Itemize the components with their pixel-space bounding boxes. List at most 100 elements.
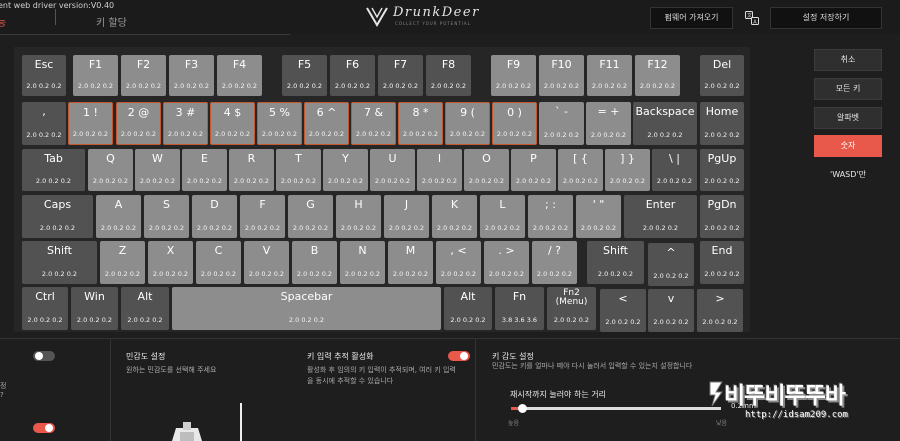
sidebar-button[interactable]: 숫자 — [814, 135, 882, 157]
key-pgup[interactable]: PgUp 2.0 0.2 0.2 — [700, 149, 744, 191]
key-d[interactable]: D 2.0 0.2 0.2 — [192, 195, 237, 238]
key-caps[interactable]: Caps 2.0 0.2 0.2 — [22, 195, 93, 238]
key-lalt[interactable]: Alt 2.0 0.2 0.2 — [121, 287, 169, 330]
key-semicolon[interactable]: ; : 2.0 0.2 0.2 — [528, 195, 573, 238]
key-d4[interactable]: 4 $ 2.0 0.2 0.2 — [210, 102, 255, 145]
sensitivity-indicator[interactable] — [240, 403, 242, 441]
key-rshift[interactable]: Shift 2.0 0.2 0.2 — [587, 241, 644, 284]
key-v[interactable]: V 2.0 0.2 0.2 — [244, 241, 289, 284]
translate-icon[interactable]: 文 A — [743, 9, 761, 27]
key-minus[interactable]: ` - 2.0 0.2 0.2 — [539, 102, 584, 145]
key-f8[interactable]: F8 2.0 0.2 0.2 — [426, 55, 471, 96]
key-lbracket[interactable]: [ {2.0 0.2 0.2 — [558, 149, 603, 191]
key-f7[interactable]: F7 2.0 0.2 0.2 — [378, 55, 423, 96]
key-del[interactable]: Del 2.0 0.2 0.2 — [700, 55, 744, 96]
save-settings-button[interactable]: 설정 저장하기 — [770, 7, 882, 29]
key-d9[interactable]: 9 (2.0 0.2 0.2 — [445, 102, 490, 145]
key-d5[interactable]: 5 % 2.0 0.2 0.2 — [257, 102, 302, 145]
key-d3[interactable]: 3 # 2.0 0.2 0.2 — [163, 102, 208, 145]
key-f1[interactable]: F1 2.0 0.2 0.2 — [73, 55, 118, 96]
key-f[interactable]: F 2.0 0.2 0.2 — [240, 195, 285, 238]
key-period[interactable]: . > 2.0 0.2 0.2 — [484, 241, 529, 284]
key-rbracket[interactable]: ] } 2.0 0.2 0.2 — [605, 149, 650, 191]
key-home[interactable]: Home 2.0 0.2 0.2 — [700, 102, 744, 145]
key-m[interactable]: M 2.0 0.2 0.2 — [388, 241, 433, 284]
key-d6[interactable]: 6 ^ 2.0 0.2 0.2 — [304, 102, 349, 145]
key-f4[interactable]: F4 2.0 0.2 0.2 — [217, 55, 262, 96]
key-f12[interactable]: F12 2.0 0.2 0.2 — [635, 55, 680, 96]
slider-track[interactable] — [511, 407, 721, 410]
key-fn[interactable]: Fn 3.8 3.6 3.6 — [495, 287, 544, 330]
key-space[interactable]: Spacebar 2.0 0.2 0.2 — [172, 287, 441, 330]
key-h[interactable]: H 2.0 0.2 0.2 — [336, 195, 381, 238]
key-d1[interactable]: 1 ! 2.0 0.2 0.2 — [68, 102, 113, 145]
key-ralt[interactable]: Alt 2.0 0.2 0.2 — [444, 287, 492, 330]
key-grave[interactable]: , 2.0 0.2 0.2 — [22, 102, 66, 145]
key-k[interactable]: K 2.0 0.2 0.2 — [432, 195, 477, 238]
key-c[interactable]: C 2.0 0.2 0.2 — [196, 241, 241, 284]
key-p[interactable]: P 2.0 0.2 0.2 — [511, 149, 556, 191]
key-i[interactable]: I 2.0 0.2 0.2 — [417, 149, 462, 191]
key-d7[interactable]: 7 & 2.0 0.2 0.2 — [351, 102, 396, 145]
key-f2[interactable]: F2 2.0 0.2 0.2 — [121, 55, 166, 96]
key-up[interactable]: ^ 2.0 0.2 0.2 — [648, 243, 694, 286]
toggle-switch[interactable] — [33, 351, 55, 361]
sidebar-button[interactable]: 'WASD'만 — [814, 164, 882, 186]
sidebar-button[interactable]: 모든 키 — [814, 78, 882, 100]
tracking-toggle[interactable] — [448, 351, 470, 361]
key-lshift[interactable]: Shift 2.0 0.2 0.2 — [22, 241, 97, 284]
tab-performance[interactable]: 능 — [0, 14, 6, 29]
key-x[interactable]: X 2.0 0.2 0.2 — [148, 241, 193, 284]
key-z[interactable]: Z 2.0 0.2 0.2 — [100, 241, 145, 284]
key-lwin[interactable]: Win 2.0 0.2 0.2 — [71, 287, 118, 330]
key-r[interactable]: R 2.0 0.2 0.2 — [229, 149, 274, 191]
key-l[interactable]: L 2.0 0.2 0.2 — [480, 195, 525, 238]
key-f6[interactable]: F6 2.0 0.2 0.2 — [330, 55, 375, 96]
key-a[interactable]: A 2.0 0.2 0.2 — [96, 195, 141, 238]
key-f3[interactable]: F3 2.0 0.2 0.2 — [169, 55, 214, 96]
key-f9[interactable]: F9 2.0 0.2 0.2 — [491, 55, 536, 96]
key-tab[interactable]: Tab 2.0 0.2 0.2 — [22, 149, 85, 191]
key-slash[interactable]: / ? 2.0 0.2 0.2 — [532, 241, 577, 284]
key-o[interactable]: O 2.0 0.2 0.2 — [464, 149, 509, 191]
key-b[interactable]: B 2.0 0.2 0.2 — [292, 241, 337, 284]
key-travel-values: 2.0 0.2 0.2 — [392, 270, 429, 278]
key-q[interactable]: Q 2.0 0.2 0.2 — [88, 149, 133, 191]
key-enter[interactable]: Enter 2.0 0.2 0.2 — [624, 195, 697, 238]
firmware-button[interactable]: 펌웨어 가져오기 — [650, 7, 733, 29]
key-d8[interactable]: 8 * 2.0 0.2 0.2 — [398, 102, 443, 145]
key-d0[interactable]: 0 ) 2.0 0.2 0.2 — [492, 102, 537, 145]
key-equal[interactable]: = + 2.0 0.2 0.2 — [586, 102, 631, 145]
key-n[interactable]: N 2.0 0.2 0.2 — [340, 241, 385, 284]
key-comma[interactable]: , < 2.0 0.2 0.2 — [436, 241, 481, 284]
key-w[interactable]: W 2.0 0.2 0.2 — [135, 149, 180, 191]
key-j[interactable]: J 2.0 0.2 0.2 — [384, 195, 429, 238]
key-left[interactable]: <2.0 0.2 0.2 — [600, 289, 646, 332]
key-backslash[interactable]: \ | 2.0 0.2 0.2 — [652, 149, 697, 191]
key-d2[interactable]: 2 @ 2.0 0.2 0.2 — [116, 102, 161, 145]
key-f5[interactable]: F5 2.0 0.2 0.2 — [282, 55, 327, 96]
key-pgdn[interactable]: PgDn 2.0 0.2 0.2 — [700, 195, 744, 238]
sidebar-button[interactable]: 취소 — [814, 49, 882, 71]
key-esc[interactable]: Esc 2.0 0.2 0.2 — [22, 55, 66, 96]
key-end[interactable]: End 2.0 0.2 0.2 — [700, 241, 744, 284]
key-travel-values: 2.0 0.2 0.2 — [653, 272, 689, 280]
key-backspace[interactable]: Backspace 2.0 0.2 0.2 — [633, 102, 697, 145]
key-u[interactable]: U 2.0 0.2 0.2 — [370, 149, 415, 191]
key-e[interactable]: E 2.0 0.2 0.2 — [182, 149, 227, 191]
sidebar-button[interactable]: 알파벳 — [814, 107, 882, 129]
tab-key-assign[interactable]: 키 할당 — [96, 14, 127, 29]
key-t[interactable]: T 2.0 0.2 0.2 — [276, 149, 321, 191]
key-down[interactable]: v 2.0 0.2 0.2 — [648, 289, 694, 332]
key-f11[interactable]: F11 2.0 0.2 0.2 — [587, 55, 632, 96]
toggle-switch[interactable] — [33, 423, 55, 433]
key-s[interactable]: S 2.0 0.2 0.2 — [144, 195, 189, 238]
key-f10[interactable]: F10 2.0 0.2 0.2 — [539, 55, 584, 96]
key-y[interactable]: Y 2.0 0.2 0.2 — [323, 149, 368, 191]
key-lctrl[interactable]: Ctrl 2.0 0.2 0.2 — [22, 287, 68, 330]
key-right[interactable]: >2.0 0.2 0.2 — [697, 289, 743, 332]
key-g[interactable]: G 2.0 0.2 0.2 — [288, 195, 333, 238]
key-fn2[interactable]: Fn2 (Menu) 2.0 0.2 0.2 — [547, 287, 596, 330]
slider-handle[interactable] — [518, 404, 527, 413]
key-quote[interactable]: ' " 2.0 0.2 0.2 — [576, 195, 621, 238]
